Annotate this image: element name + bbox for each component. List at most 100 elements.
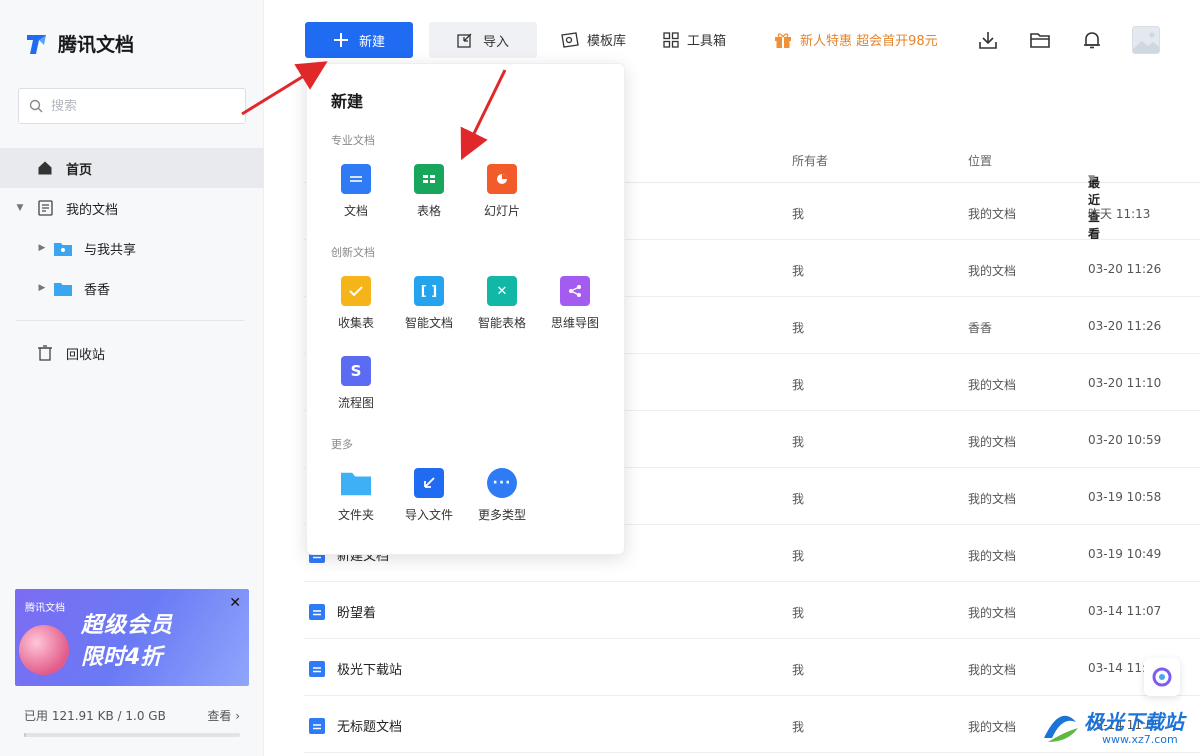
assistant-button[interactable]	[1144, 658, 1180, 696]
tile-label: 文档	[343, 204, 368, 218]
sidebar-item-label: 与我共享	[84, 242, 137, 258]
tile-label: 流程图	[337, 396, 374, 410]
chevron-right-icon[interactable]: ▶	[34, 243, 50, 253]
import-icon	[457, 33, 472, 48]
column-owner: 所有者	[792, 154, 829, 168]
create-form-tile[interactable]: 收集表	[320, 276, 392, 331]
sidebar-item-label: 香香	[84, 282, 111, 298]
chevron-right-icon[interactable]: ▶	[34, 283, 50, 293]
file-owner: 我	[792, 492, 805, 506]
sidebar-item-my-docs[interactable]: ▼ 我的文档	[0, 188, 264, 228]
file-last-viewed: 03-14 11:07	[1088, 604, 1162, 618]
sidebar-item-trash[interactable]: 回收站	[0, 333, 264, 373]
new-document-panel: 新建 专业文档 文档 表格 幻灯片 创新文档 收集表 [ ] 智能文档 ✕ 智能…	[306, 63, 625, 555]
file-location: 我的文档	[968, 207, 1017, 221]
file-owner: 我	[792, 720, 805, 734]
file-owner: 我	[792, 606, 805, 620]
import-button[interactable]: 导入	[429, 22, 537, 58]
storage-bar	[24, 733, 240, 737]
file-owner: 我	[792, 207, 805, 221]
sidebar-item-xiangxiang[interactable]: ▶ 香香	[0, 268, 264, 308]
file-location: 我的文档	[968, 606, 1017, 620]
tile-label: 文件夹	[337, 508, 374, 522]
import-button-label: 导入	[482, 34, 509, 50]
create-slide-tile[interactable]: 幻灯片	[466, 164, 538, 219]
table-row[interactable]: 盼望着 我 我的文档 03-14 11:07	[304, 582, 1200, 639]
promo-subtitle: 限时4折	[81, 645, 163, 670]
table-row[interactable]: 极光下载站我我的文档 03-14 11:06	[304, 639, 1200, 696]
avatar[interactable]	[1132, 26, 1160, 54]
folder-icon	[341, 468, 371, 498]
file-last-viewed: 昨天 11:13	[1088, 207, 1151, 221]
app-name: 腾讯文档	[58, 34, 135, 56]
close-icon[interactable]: ✕	[229, 595, 241, 611]
bell-icon[interactable]	[1082, 30, 1102, 50]
file-last-viewed: 03-19 10:58	[1088, 490, 1162, 504]
create-doc-tile[interactable]: 文档	[320, 164, 392, 219]
search-input[interactable]	[51, 98, 221, 114]
section-pro-docs: 专业文档	[331, 134, 375, 147]
storage-used: 已用 121.91 KB / 1.0 GB	[24, 709, 166, 723]
file-owner: 我	[792, 435, 805, 449]
file-owner: 我	[792, 264, 805, 278]
trash-icon	[36, 344, 54, 362]
sidebar-item-label: 回收站	[66, 347, 106, 363]
storage-view-link[interactable]: 查看 ›	[207, 707, 240, 724]
create-flowchart-tile[interactable]: S 流程图	[320, 356, 392, 411]
folder-open-icon[interactable]	[1030, 30, 1050, 50]
file-owner: 我	[792, 549, 805, 563]
sidebar-item-home[interactable]: 首页	[0, 148, 264, 188]
sheet-icon	[414, 164, 444, 194]
tile-label: 智能表格	[477, 316, 526, 330]
import-file-tile[interactable]: 导入文件	[393, 468, 465, 523]
import-file-icon	[414, 468, 444, 498]
toolbox-button[interactable]: 工具箱	[663, 30, 726, 49]
newcomer-offer-link[interactable]: 新人特惠 超会首开98元	[774, 30, 938, 49]
file-name[interactable]: 盼望着	[337, 602, 376, 621]
file-name[interactable]: 无标题文档	[337, 716, 402, 735]
storage-bar-fill	[24, 733, 27, 737]
section-innovative-docs: 创新文档	[331, 246, 375, 259]
file-name[interactable]: 极光下载站	[337, 659, 402, 678]
decorative-ball	[19, 625, 69, 675]
smart-doc-icon: [ ]	[414, 276, 444, 306]
sidebar: 腾讯文档 首页 ▼ 我的文档 ▶ 与我共享 ▶ 香香 回收站 腾讯文档 超级会员…	[0, 0, 264, 756]
more-types-tile[interactable]: ··· 更多类型	[466, 468, 538, 523]
file-last-viewed: 03-20 10:59	[1088, 433, 1162, 447]
more-dots-icon: ···	[487, 468, 517, 498]
create-sheet-tile[interactable]: 表格	[393, 164, 465, 219]
templates-button[interactable]: 模板库	[561, 30, 626, 49]
new-button[interactable]: 新建	[305, 22, 413, 58]
sidebar-item-label: 我的文档	[66, 202, 119, 218]
app-logo[interactable]: 腾讯文档	[24, 30, 134, 57]
storage-info: 已用 121.91 KB / 1.0 GB 查看 ›	[24, 707, 240, 724]
divider	[16, 320, 244, 321]
document-icon	[309, 604, 325, 620]
smart-sheet-icon: ✕	[487, 276, 517, 306]
promo-banner[interactable]: 腾讯文档 超级会员 限时4折 ✕	[15, 589, 249, 686]
create-folder-tile[interactable]: 文件夹	[320, 468, 392, 523]
search-box[interactable]	[18, 88, 246, 124]
watermark-title: 极光下载站	[1084, 710, 1184, 734]
file-location: 我的文档	[968, 492, 1017, 506]
flowchart-icon: S	[341, 356, 371, 386]
tile-label: 收集表	[337, 316, 374, 330]
tile-label: 智能文档	[404, 316, 453, 330]
create-smart-doc-tile[interactable]: [ ] 智能文档	[393, 276, 465, 331]
plus-icon	[333, 33, 348, 47]
create-smart-sheet-tile[interactable]: ✕ 智能表格	[466, 276, 538, 331]
promo-brand: 腾讯文档	[25, 603, 65, 614]
download-icon[interactable]	[978, 30, 998, 50]
tile-label: 更多类型	[477, 508, 526, 522]
templates-label: 模板库	[587, 34, 627, 49]
chevron-down-icon[interactable]: ▼	[12, 203, 28, 213]
new-button-label: 新建	[358, 34, 385, 50]
mindmap-icon	[560, 276, 590, 306]
file-owner: 我	[792, 378, 805, 392]
file-location: 我的文档	[968, 378, 1017, 392]
shared-folder-icon	[54, 239, 72, 257]
sidebar-item-shared[interactable]: ▶ 与我共享	[0, 228, 264, 268]
column-location: 位置	[968, 154, 993, 168]
create-mindmap-tile[interactable]: 思维导图	[539, 276, 611, 331]
document-list-icon	[36, 199, 54, 217]
